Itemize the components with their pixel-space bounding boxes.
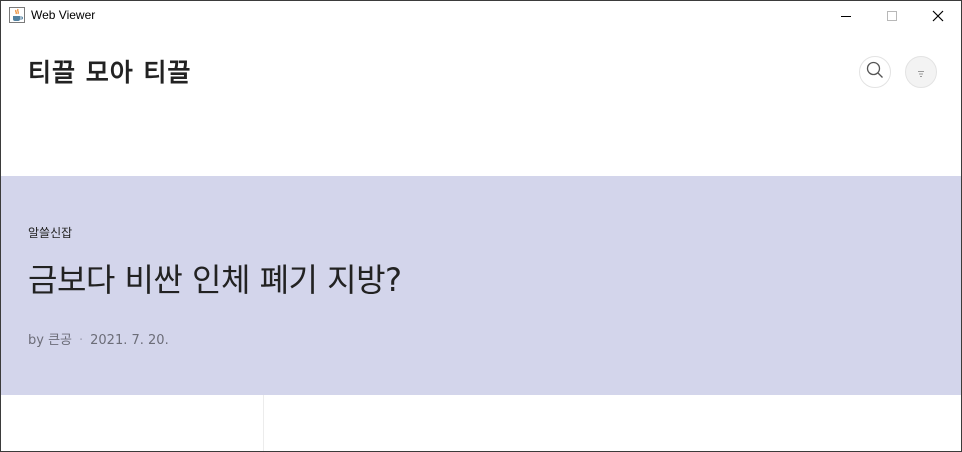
post-category[interactable]: 알쓸신잡 <box>28 224 72 241</box>
site-header: 티끌 모아 티끌 <box>1 31 961 176</box>
post-hero: 알쓸신잡 금보다 비싼 인체 폐기 지방? by 큰공 · 2021. 7. 20. <box>1 176 961 395</box>
search-button[interactable] <box>859 56 891 88</box>
search-icon <box>866 61 884 83</box>
app-window: Web Viewer 티끌 모아 티끌 알쓸신잡 금보다 비싼 인체 폐기 지방… <box>0 0 962 452</box>
meta-separator: · <box>79 333 84 348</box>
column-divider <box>263 395 264 451</box>
menu-button[interactable] <box>905 56 937 88</box>
close-button[interactable] <box>915 1 961 31</box>
post-content-area <box>1 395 961 451</box>
site-title[interactable]: 티끌 모아 티끌 <box>28 53 191 89</box>
post-date: 2021. 7. 20. <box>90 333 169 348</box>
menu-icon <box>916 63 926 82</box>
post-title: 금보다 비싼 인체 폐기 지방? <box>28 261 402 299</box>
minimize-button[interactable] <box>823 1 869 31</box>
title-bar[interactable]: Web Viewer <box>1 1 961 31</box>
post-author: by 큰공 <box>28 333 72 348</box>
minimize-icon <box>840 7 852 26</box>
maximize-button[interactable] <box>869 1 915 31</box>
post-meta: by 큰공 · 2021. 7. 20. <box>28 329 169 348</box>
close-icon <box>932 7 944 26</box>
java-coffee-icon <box>9 7 25 23</box>
maximize-icon <box>886 7 898 26</box>
window-title: Web Viewer <box>31 8 96 22</box>
